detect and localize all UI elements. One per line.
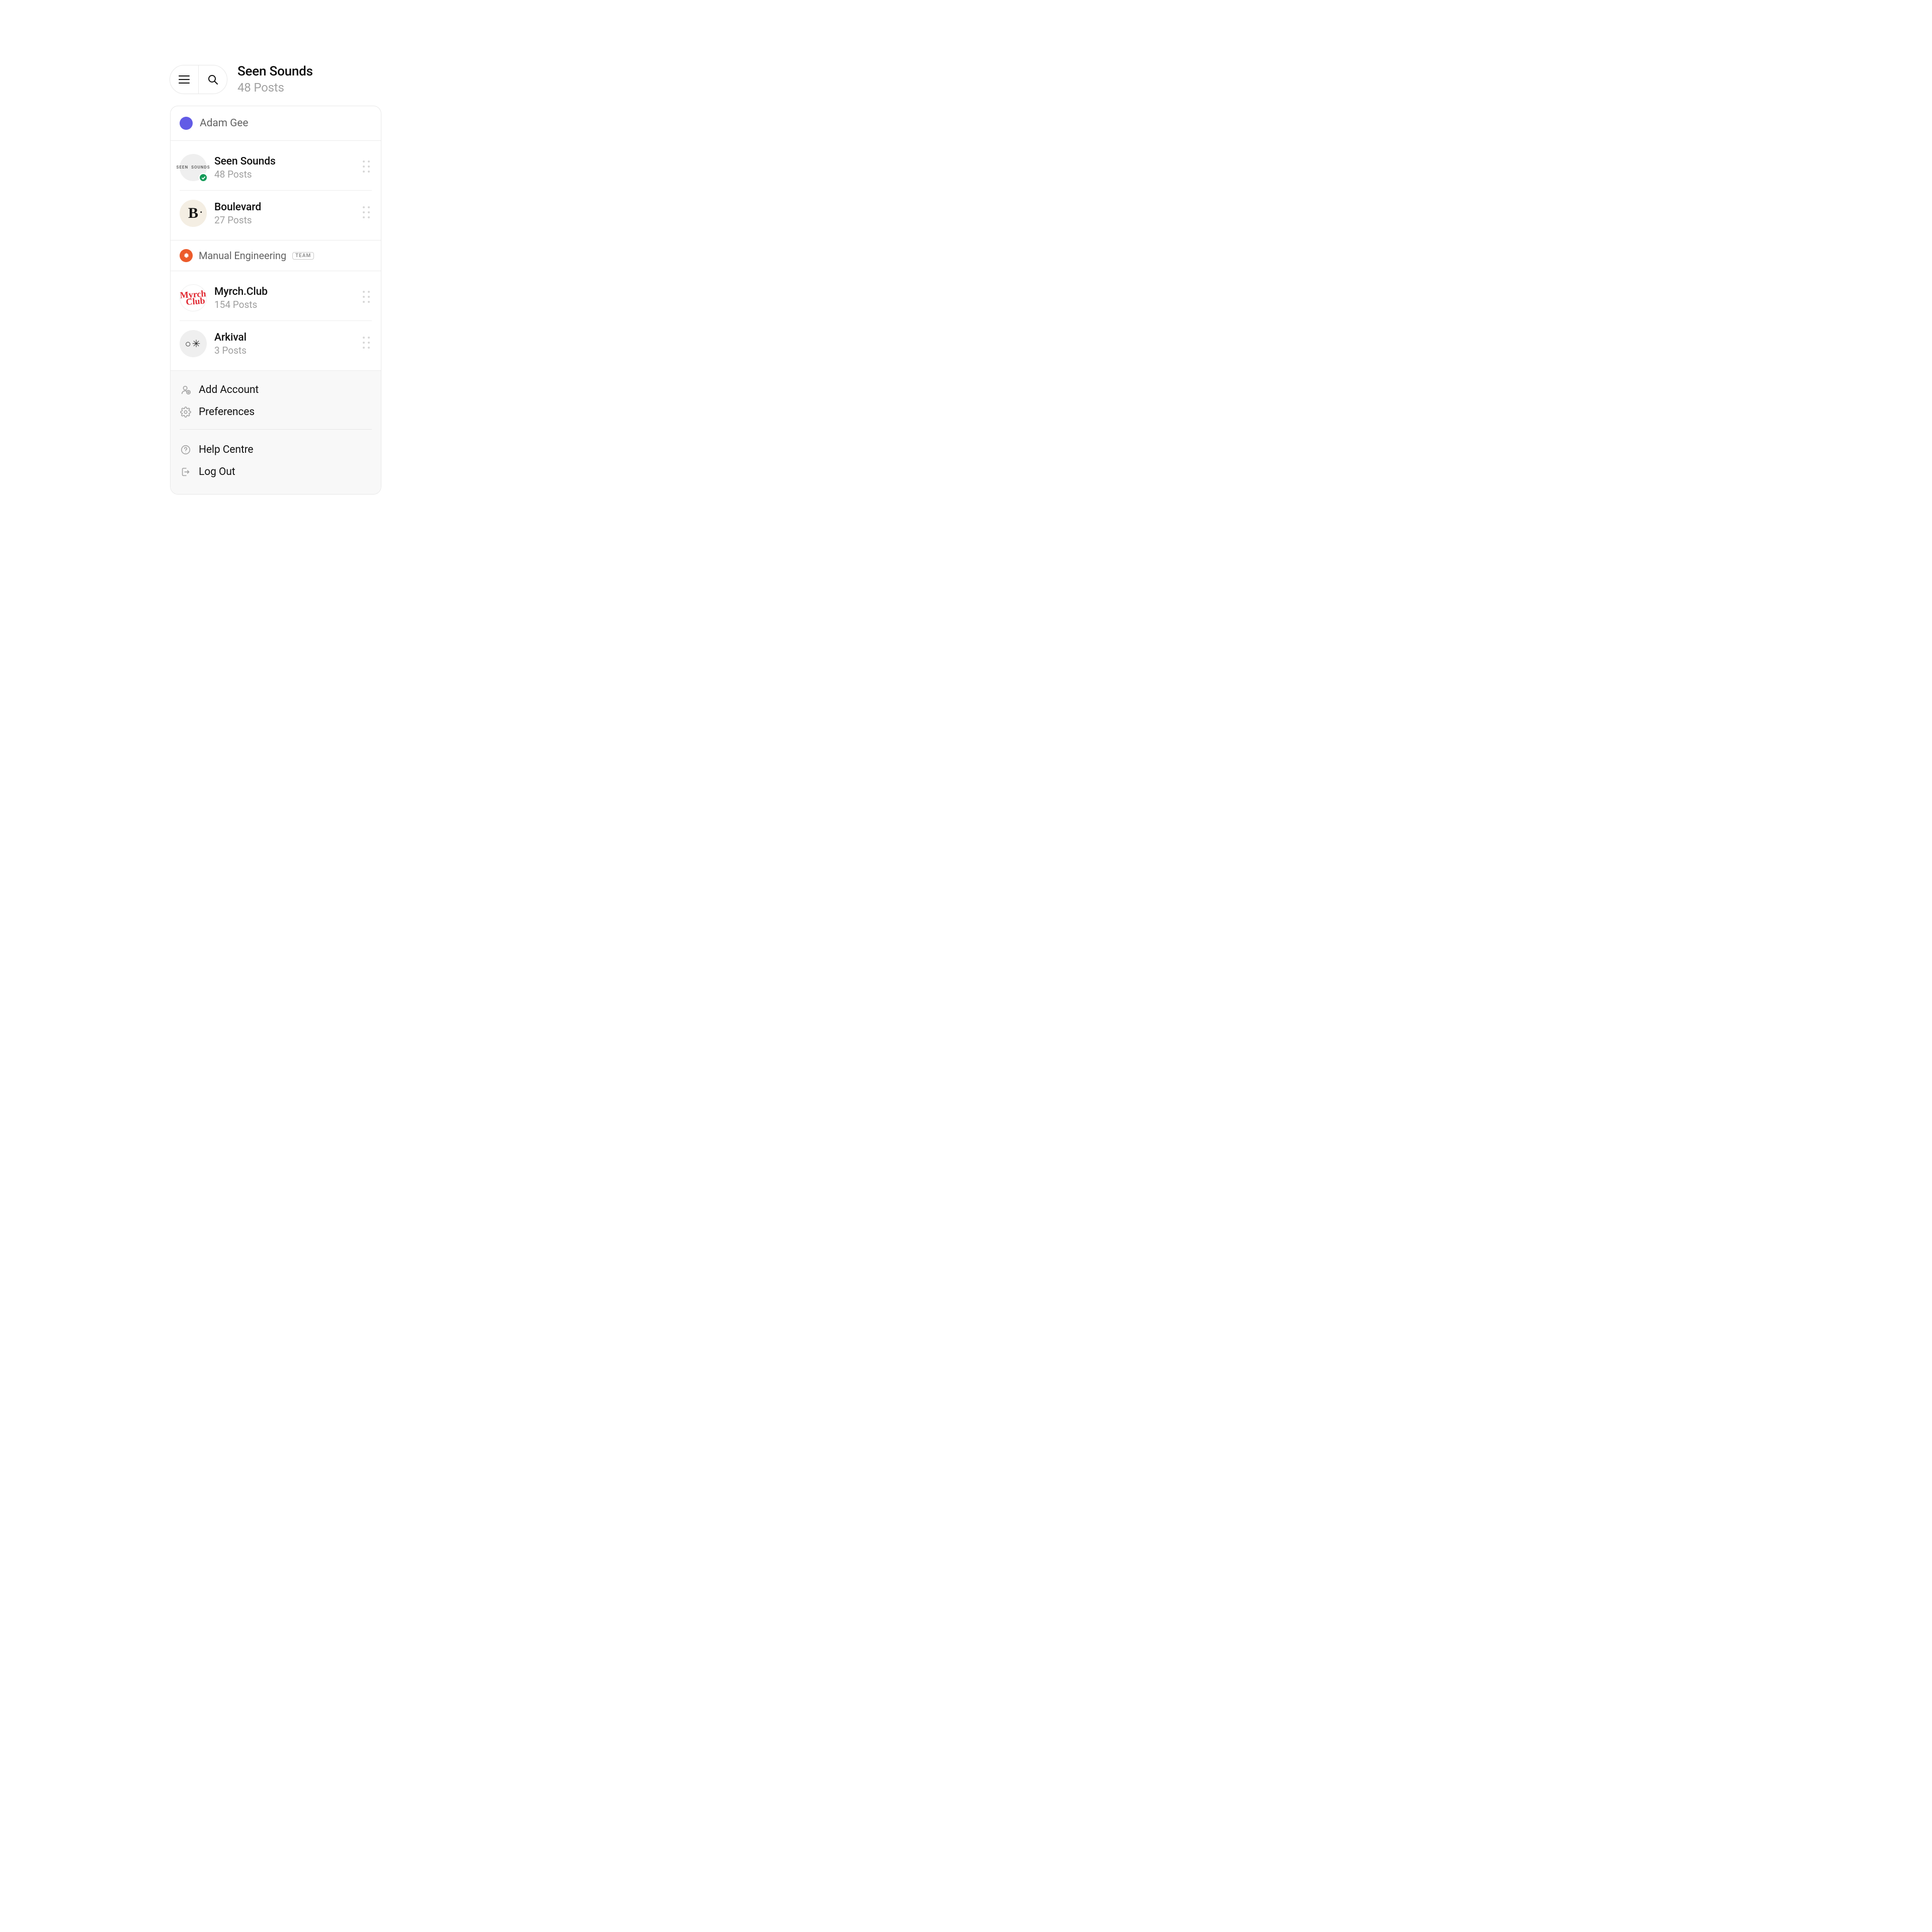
account-avatar: SEEN SOUNDS [180,154,207,181]
account-name: Myrch.Club [214,286,358,298]
account-avatar: ○✳ [180,330,207,357]
user-plus-icon [180,384,192,396]
drag-handle-icon[interactable] [363,291,372,305]
account-posts: 48 Posts [214,169,358,180]
footer-label: Add Account [199,384,259,396]
log-out-button[interactable]: Log Out [180,461,372,483]
maple-leaf-icon [183,252,190,260]
account-item-arkival[interactable]: ○✳ Arkival 3 Posts [180,320,372,366]
account-posts: 27 Posts [214,214,358,226]
account-text: Boulevard 27 Posts [214,201,358,226]
team-avatar [180,249,193,262]
page-subtitle: 48 Posts [237,80,313,95]
sheet-footer: Add Account Preferences Help Centre [171,370,381,494]
account-switcher-sheet: Adam Gee SEEN SOUNDS Seen Sounds 48 Post… [170,106,381,495]
footer-label: Preferences [199,406,255,418]
team-row[interactable]: Manual Engineering TEAM [171,240,381,271]
drag-handle-icon[interactable] [363,160,372,175]
header-actions-pill [170,65,227,94]
team-name: Manual Engineering [199,250,286,262]
account-text: Myrch.Club 154 Posts [214,286,358,310]
header-title-block: Seen Sounds 48 Posts [237,64,313,95]
account-item-myrch-club[interactable]: Myrch Club Myrch.Club 154 Posts [180,275,372,320]
preferences-button[interactable]: Preferences [180,401,372,423]
header: Seen Sounds 48 Posts [170,64,313,95]
add-account-button[interactable]: Add Account [180,379,372,401]
menu-button[interactable] [170,65,198,94]
footer-label: Help Centre [199,444,253,456]
account-item-seen-sounds[interactable]: SEEN SOUNDS Seen Sounds 48 Posts [180,145,372,190]
page-title: Seen Sounds [237,64,313,79]
account-text: Arkival 3 Posts [214,332,358,356]
account-avatar: B [180,200,207,227]
account-avatar: Myrch Club [179,283,208,312]
account-text: Seen Sounds 48 Posts [214,155,358,180]
avatar-text: SEEN SOUNDS [177,165,210,170]
hamburger-icon [179,75,190,84]
personal-accounts-list: SEEN SOUNDS Seen Sounds 48 Posts B Boule… [171,141,381,240]
search-icon [208,74,218,85]
logout-icon [180,466,192,478]
drag-handle-icon[interactable] [363,337,372,351]
footer-group-primary: Add Account Preferences [180,379,372,423]
team-accounts-list: Myrch Club Myrch.Club 154 Posts ○✳ Arkiv… [171,271,381,370]
avatar-text: B [188,205,198,222]
active-check-icon [199,173,208,182]
account-item-boulevard[interactable]: B Boulevard 27 Posts [180,190,372,236]
gear-icon [180,406,192,418]
drag-handle-icon[interactable] [363,206,372,220]
search-button[interactable] [199,65,227,94]
owner-avatar [180,117,193,130]
footer-group-secondary: Help Centre Log Out [180,429,372,483]
team-badge: TEAM [292,252,314,260]
owner-name: Adam Gee [200,117,248,129]
footer-label: Log Out [199,466,235,478]
account-name: Arkival [214,332,358,344]
avatar-text-2: Club [186,297,205,305]
account-name: Boulevard [214,201,358,213]
account-name: Seen Sounds [214,155,358,168]
account-posts: 154 Posts [214,299,358,310]
help-centre-button[interactable]: Help Centre [180,439,372,461]
account-posts: 3 Posts [214,345,358,356]
help-icon [180,444,192,456]
avatar-text: ○✳ [185,338,202,350]
owner-row[interactable]: Adam Gee [171,106,381,140]
